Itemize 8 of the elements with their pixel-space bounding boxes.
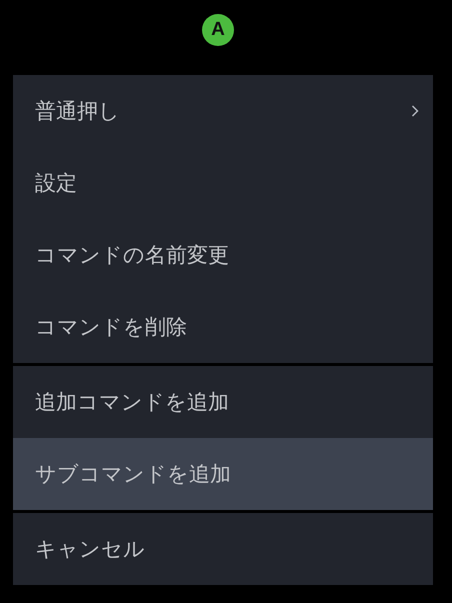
menu-item[interactable]: コマンドを削除 [13, 291, 433, 363]
letter-badge: A [202, 14, 234, 46]
menu-item[interactable]: キャンセル [13, 513, 433, 585]
menu-item[interactable]: 設定 [13, 147, 433, 219]
menu-item[interactable]: サブコマンドを追加 [13, 438, 433, 510]
menu-item[interactable]: 追加コマンドを追加 [13, 366, 433, 438]
menu-item[interactable]: コマンドの名前変更 [13, 219, 433, 291]
menu-item[interactable]: 普通押し [13, 75, 433, 147]
